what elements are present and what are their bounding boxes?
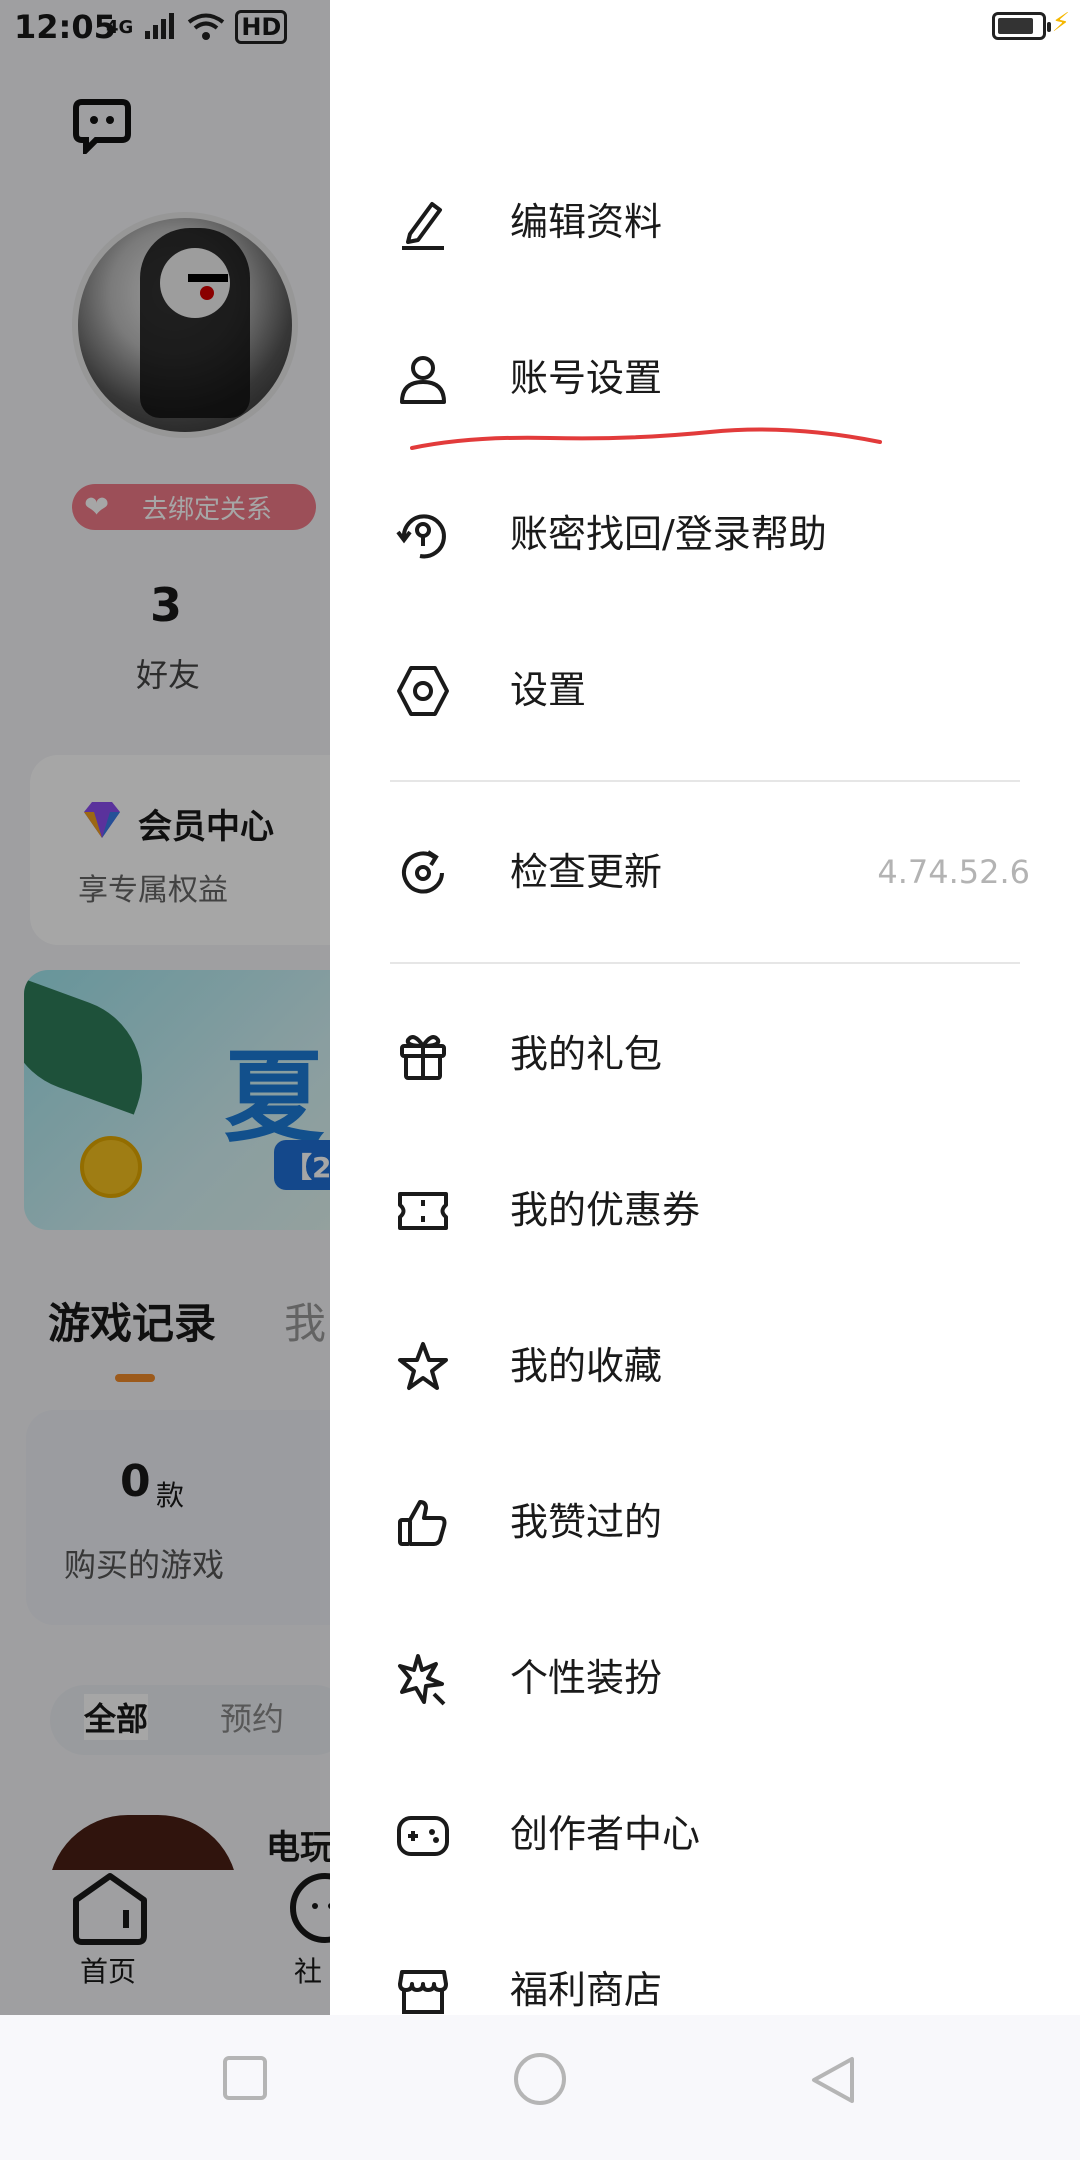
menu-item-creator-center[interactable]: 创作者中心	[330, 1757, 1080, 1913]
menu-label: 我的收藏	[510, 1344, 663, 1388]
dim-overlay[interactable]	[0, 0, 330, 2015]
sparkle-icon	[398, 1654, 446, 1706]
battery-icon	[992, 12, 1051, 40]
thumbs-up-icon	[398, 1500, 447, 1546]
version-number: 4.74.52.6	[877, 853, 1030, 891]
settings-hex-icon	[397, 666, 449, 716]
side-drawer: ⚡ 编辑资料 账号设置 账密找回/登录帮助 设置 检查更新 4.74.52.6 …	[330, 0, 1080, 2015]
refresh-icon	[402, 850, 444, 894]
menu-label: 账密找回/登录帮助	[510, 512, 827, 556]
menu-item-liked[interactable]: 我赞过的	[330, 1445, 1080, 1601]
star-icon	[398, 1342, 448, 1390]
menu-item-account-recovery[interactable]: 账密找回/登录帮助	[330, 457, 1080, 613]
menu-item-my-gifts[interactable]: 我的礼包	[330, 977, 1080, 1133]
menu-item-personalize[interactable]: 个性装扮	[330, 1601, 1080, 1757]
menu-item-my-favorites[interactable]: 我的收藏	[330, 1289, 1080, 1445]
edit-icon	[402, 202, 444, 250]
menu-item-welfare-shop[interactable]: 福利商店	[330, 1913, 1080, 2015]
system-nav-bar	[0, 2015, 1080, 2160]
menu-label: 我赞过的	[510, 1500, 663, 1544]
shop-icon	[398, 1970, 448, 2014]
gamepad-icon	[397, 1816, 449, 1856]
menu-item-check-update[interactable]: 检查更新 4.74.52.6	[330, 795, 1080, 951]
back-icon[interactable]	[808, 2055, 858, 2105]
gift-icon	[400, 1035, 446, 1080]
recent-apps-icon[interactable]	[222, 2055, 268, 2101]
menu-label: 账号设置	[510, 356, 663, 400]
menu-item-settings[interactable]: 设置	[330, 613, 1080, 769]
menu-item-edit-profile[interactable]: 编辑资料	[330, 145, 1080, 301]
divider	[390, 780, 1020, 782]
menu-label: 我的礼包	[510, 1032, 663, 1076]
menu-item-my-coupons[interactable]: 我的优惠券	[330, 1133, 1080, 1289]
charging-icon: ⚡	[1051, 8, 1070, 38]
menu-label: 检查更新	[510, 850, 663, 894]
home-button-icon[interactable]	[512, 2051, 568, 2107]
menu-label: 个性装扮	[510, 1656, 663, 1700]
key-recovery-icon	[396, 514, 446, 559]
user-icon	[400, 356, 446, 404]
menu-label: 设置	[510, 668, 587, 712]
red-underline-annotation	[410, 427, 882, 450]
coupon-icon	[398, 1192, 448, 1230]
menu-label: 我的优惠券	[510, 1188, 701, 1232]
menu-label: 福利商店	[510, 1968, 663, 2012]
menu-label: 创作者中心	[510, 1812, 701, 1856]
divider	[390, 962, 1020, 964]
menu-label: 编辑资料	[510, 200, 663, 244]
